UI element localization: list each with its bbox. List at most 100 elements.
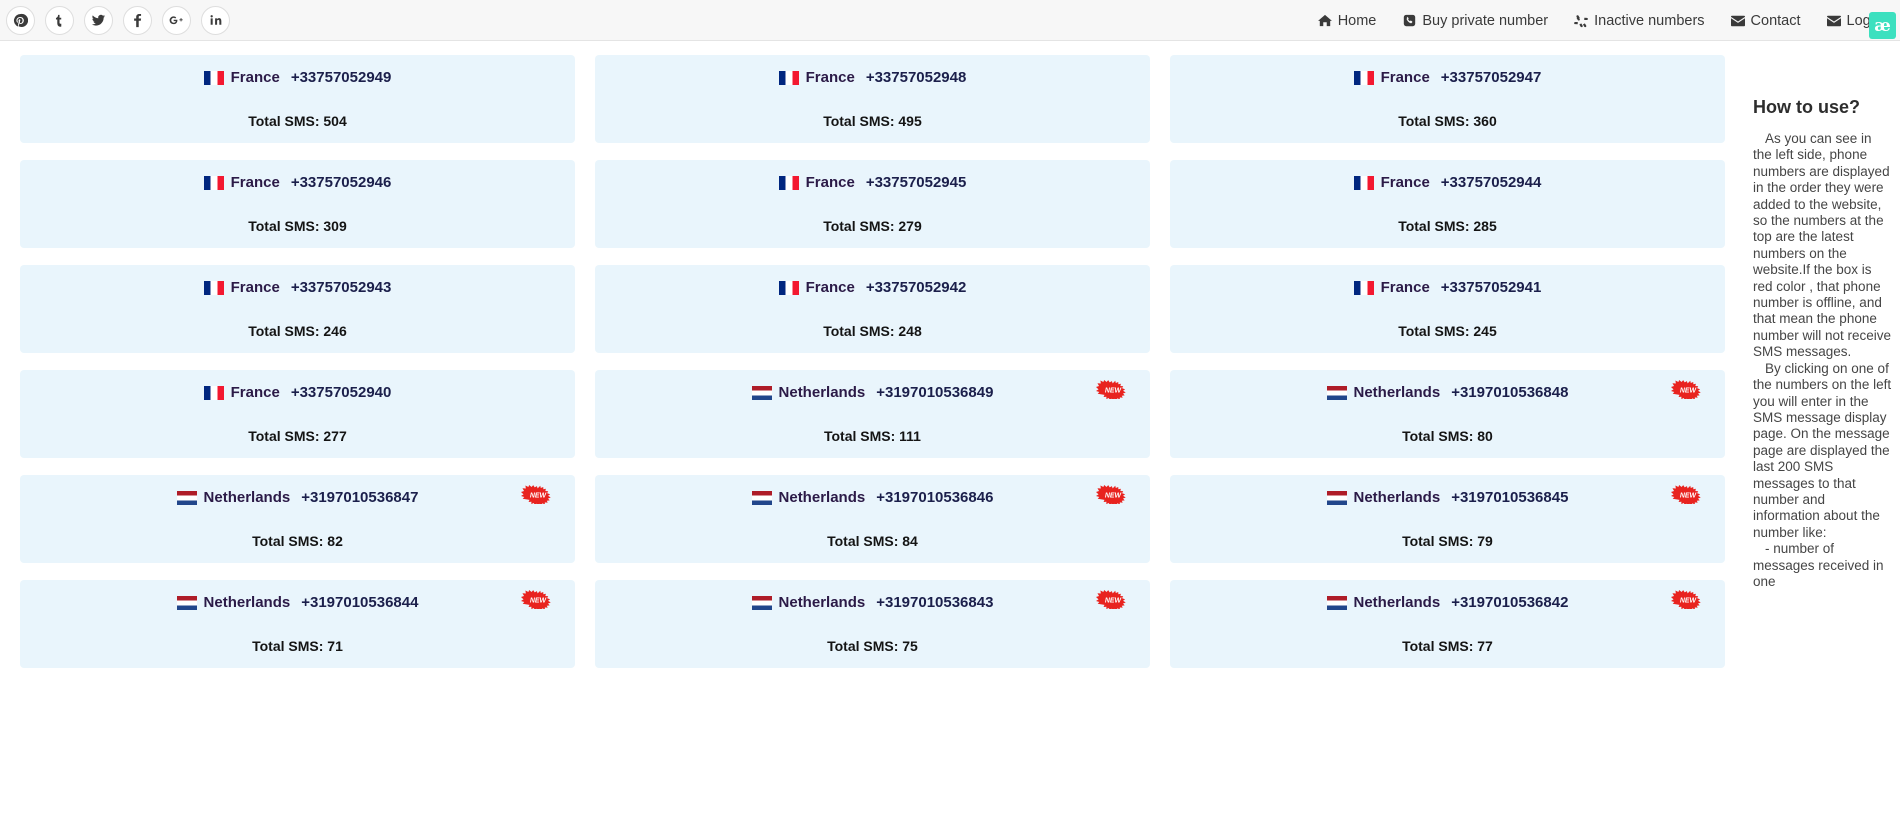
twitter-icon[interactable] xyxy=(84,5,113,35)
france-flag-icon xyxy=(778,176,799,190)
phone-number-cell: Netherlands +3197010536842 Total SMS: 77 NE… xyxy=(1160,580,1735,685)
phone-number-card[interactable]: France +33757052947 Total SMS: 360 xyxy=(1169,55,1725,143)
svg-text:NEW: NEW xyxy=(1680,597,1698,604)
envelope-icon xyxy=(1730,14,1745,28)
phone-number-label: +33757052941 xyxy=(1440,279,1542,296)
phone-number-cell: France +33757052944 Total SMS: 285 xyxy=(1160,160,1735,265)
phone-number-card[interactable]: France +33757052943 Total SMS: 246 xyxy=(20,265,575,353)
sidebar-paragraph-2: By clicking on one of the numbers on the… xyxy=(1753,360,1892,540)
pinterest-icon[interactable] xyxy=(6,5,35,35)
top-navigation-bar: Home Buy private number Inactive numbers… xyxy=(0,0,1900,41)
france-flag-icon xyxy=(203,281,224,295)
phone-number-cell: France +33757052940 Total SMS: 277 xyxy=(10,370,585,475)
france-flag-icon xyxy=(1353,71,1374,85)
nav-item-contact[interactable]: Contact xyxy=(1730,12,1801,29)
phone-number-header: Netherlands +3197010536843 xyxy=(595,594,1150,612)
phone-number-card[interactable]: France +33757052940 Total SMS: 277 xyxy=(20,370,575,458)
phone-number-card[interactable]: France +33757052941 Total SMS: 245 xyxy=(1169,265,1725,353)
new-badge-icon: NEW xyxy=(1670,380,1705,400)
phone-number-card[interactable]: France +33757052946 Total SMS: 309 xyxy=(20,160,575,248)
total-sms-label: Total SMS: 111 xyxy=(823,428,921,444)
phone-number-cell: France +33757052947 Total SMS: 360 xyxy=(1160,55,1735,160)
phone-number-label: +33757052949 xyxy=(290,69,392,86)
tumblr-icon[interactable] xyxy=(45,5,74,35)
phone-number-label: +3197010536845 xyxy=(1451,489,1569,506)
new-badge-icon: NEW xyxy=(520,590,555,610)
phone-number-cell: France +33757052948 Total SMS: 495 xyxy=(585,55,1160,160)
country-label: Netherlands xyxy=(203,489,291,506)
phone-number-card[interactable]: Netherlands +3197010536846 Total SMS: 84 NE… xyxy=(594,475,1150,563)
total-sms-label: Total SMS: 309 xyxy=(248,218,347,234)
svg-text:NEW: NEW xyxy=(1680,492,1698,499)
nav-item-inactive-numbers[interactable]: Inactive numbers xyxy=(1574,13,1705,29)
phone-number-card[interactable]: Netherlands +3197010536845 Total SMS: 79 NE… xyxy=(1169,475,1725,563)
nav-item-home[interactable]: Home xyxy=(1317,12,1377,29)
nav-item-home-label: Home xyxy=(1337,12,1377,29)
nav-item-contact-label: Contact xyxy=(1750,12,1801,29)
sidebar-paragraph-1: As you can see in the left side, phone n… xyxy=(1753,131,1892,360)
france-flag-icon xyxy=(778,281,799,295)
country-label: Netherlands xyxy=(778,489,866,506)
phone-number-cell: France +33757052941 Total SMS: 245 xyxy=(1160,265,1735,370)
country-label: France xyxy=(230,279,280,296)
total-sms-label: Total SMS: 360 xyxy=(1398,113,1497,129)
phone-number-card[interactable]: France +33757052945 Total SMS: 279 xyxy=(594,160,1150,248)
country-label: France xyxy=(230,174,280,191)
new-badge-icon: NEW xyxy=(520,485,555,505)
new-badge-icon: NEW xyxy=(1095,590,1130,610)
country-label: Netherlands xyxy=(1353,489,1441,506)
phone-number-cell: France +33757052943 Total SMS: 246 xyxy=(10,265,585,370)
svg-text:NEW: NEW xyxy=(530,597,548,604)
home-icon xyxy=(1317,14,1332,28)
sidebar-title: How to use? xyxy=(1753,97,1860,117)
country-label: France xyxy=(230,69,280,86)
total-sms-label: Total SMS: 77 xyxy=(1402,638,1493,654)
phone-number-cell: Netherlands +3197010536846 Total SMS: 84 NE… xyxy=(585,475,1160,580)
how-to-use-sidebar: How to use? As you can see in the left s… xyxy=(1745,41,1900,814)
phone-number-label: +3197010536846 xyxy=(876,489,994,506)
phone-number-cell: Netherlands +3197010536843 Total SMS: 75 NE… xyxy=(585,580,1160,685)
google-plus-icon[interactable] xyxy=(162,5,191,35)
phone-number-header: Netherlands +3197010536846 xyxy=(595,489,1150,507)
phone-number-card[interactable]: Netherlands +3197010536849 Total SMS: 111 N… xyxy=(594,370,1150,458)
phone-number-label: +3197010536844 xyxy=(301,594,419,611)
phone-number-card[interactable]: Netherlands +3197010536843 Total SMS: 75 NE… xyxy=(594,580,1150,668)
social-links-group xyxy=(0,5,230,35)
new-badge-icon: NEW xyxy=(1670,590,1705,610)
phone-number-card[interactable]: Netherlands +3197010536847 Total SMS: 82 NE… xyxy=(20,475,575,563)
phone-number-header: France +33757052946 xyxy=(20,174,575,192)
linkedin-icon[interactable] xyxy=(201,5,230,35)
phone-number-label: +33757052943 xyxy=(290,279,392,296)
phone-number-card[interactable]: Netherlands +3197010536844 Total SMS: 71 NE… xyxy=(20,580,575,668)
accessibility-widget-badge[interactable]: æ xyxy=(1869,12,1896,39)
phone-number-header: France +33757052945 xyxy=(595,174,1150,192)
country-label: Netherlands xyxy=(778,594,866,611)
total-sms-label: Total SMS: 285 xyxy=(1398,218,1497,234)
svg-text:NEW: NEW xyxy=(530,492,548,499)
phone-number-card[interactable]: Netherlands +3197010536848 Total SMS: 80 NE… xyxy=(1169,370,1725,458)
country-label: France xyxy=(1380,174,1430,191)
phone-number-label: +33757052948 xyxy=(865,69,967,86)
country-label: France xyxy=(805,69,855,86)
france-flag-icon xyxy=(778,71,799,85)
phone-number-card[interactable]: France +33757052948 Total SMS: 495 xyxy=(594,55,1150,143)
phone-number-card[interactable]: France +33757052942 Total SMS: 248 xyxy=(594,265,1150,353)
nav-item-buy-private-number[interactable]: Buy private number xyxy=(1402,13,1548,29)
phone-number-header: Netherlands +3197010536842 xyxy=(1170,594,1725,612)
phone-number-label: +33757052940 xyxy=(290,384,392,401)
country-label: Netherlands xyxy=(778,384,866,401)
phone-number-header: Netherlands +3197010536847 xyxy=(20,489,575,507)
facebook-icon[interactable] xyxy=(123,5,152,35)
nav-item-buy-private-number-label: Buy private number xyxy=(1422,12,1549,29)
phone-number-card[interactable]: France +33757052949 Total SMS: 504 xyxy=(20,55,575,143)
phone-numbers-area: France +33757052949 Total SMS: 504 France +3… xyxy=(0,41,1745,814)
phone-number-label: +3197010536847 xyxy=(301,489,419,506)
netherlands-flag-icon xyxy=(1326,491,1347,505)
phone-number-cell: France +33757052946 Total SMS: 309 xyxy=(10,160,585,265)
total-sms-label: Total SMS: 75 xyxy=(827,638,918,654)
country-label: France xyxy=(805,174,855,191)
phone-number-cell: Netherlands +3197010536845 Total SMS: 79 NE… xyxy=(1160,475,1735,580)
phone-number-card[interactable]: Netherlands +3197010536842 Total SMS: 77 NE… xyxy=(1169,580,1725,668)
phone-number-card[interactable]: France +33757052944 Total SMS: 285 xyxy=(1169,160,1725,248)
phone-number-label: +33757052942 xyxy=(865,279,967,296)
